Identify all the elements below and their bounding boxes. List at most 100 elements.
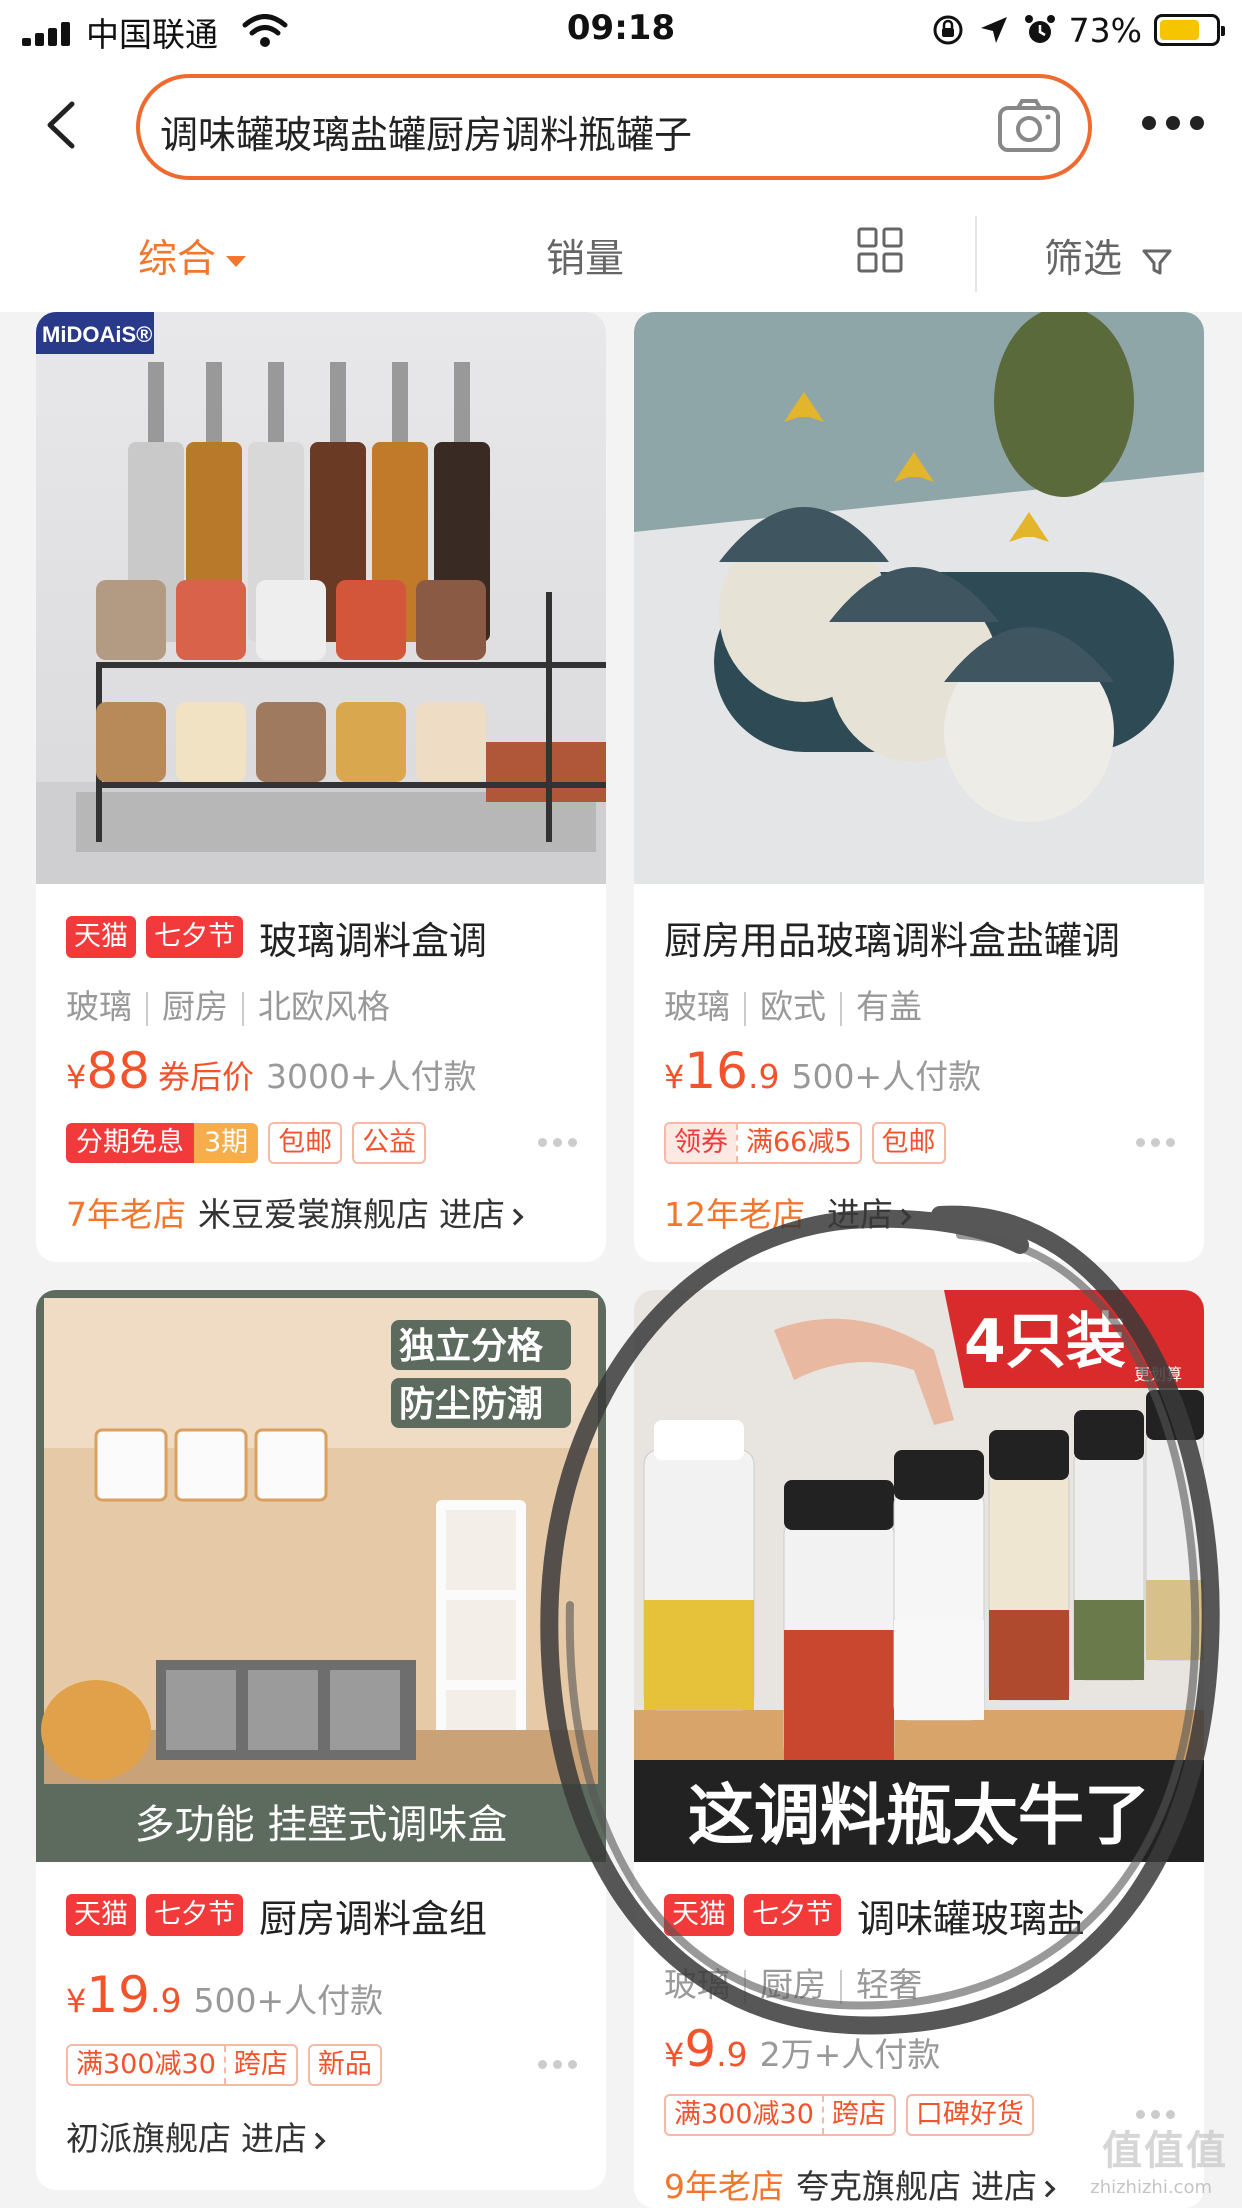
product-image[interactable]: 4只装 更划算 这调料瓶太牛了 [634,1290,1204,1862]
product-title-row: 厨房用品玻璃调料盒盐罐调 [664,912,1184,963]
enter-shop-link[interactable]: 进店 [971,2167,1037,2206]
dropdown-arrow-icon [226,256,247,267]
shop-name: 米豆爱裳旗舰店 [198,1195,429,1234]
product-card[interactable]: 厨房用品玻璃调料盒盐罐调 玻璃 欧式 有盖 ¥ 16.9 500+人付款 领券 满66… [634,312,1204,1262]
image-caption: 独立分格 [399,1326,544,1367]
product-title: 调味罐玻璃盐 [857,1896,1086,1941]
price: 88 [86,1042,150,1100]
product-card[interactable]: 4只装 更划算 这调料瓶太牛了 天猫 七夕节 调味罐玻璃盐 玻璃 厨房 轻奢 ¥ 9… [634,1290,1204,2208]
price-symbol: ¥ [66,1058,87,1096]
product-title-row: 天猫 七夕节 调味罐玻璃盐 [664,1890,1184,1940]
brand-logo: MiDOAiS® [42,322,152,347]
more-dots-icon[interactable] [538,2060,578,2072]
image-caption: 多功能 挂壁式调味盒 [135,1802,508,1848]
attribute: 玻璃 [66,987,132,1026]
store-discount-badge: 满300减30 跨店 [664,2094,896,2136]
price-decimal: .9 [716,2035,748,2074]
more-options-icon[interactable] [1142,108,1206,138]
sales-count: 2万+人付款 [759,2035,941,2074]
shop-row[interactable]: 9年老店 夸克旗舰店 进店 [664,2160,1056,2208]
product-title-row: 天猫 七夕节 厨房调料盒组 [66,1890,586,1940]
enter-shop-link[interactable]: 进店 [827,1195,893,1234]
product-card[interactable]: MiDOAiS® 天猫 七夕节 玻璃调料盒调 玻璃 厨房 北欧风格 ¥ 88 券后价… [36,312,606,1262]
status-bar: 中国联通 09:18 73% [0,0,1242,62]
orientation-lock-icon [933,15,963,45]
shop-name: 初派旗舰店 [66,2119,231,2158]
chevron-right-icon [1038,2180,1056,2197]
badge-row: 领券 满66减5 包邮 [664,1122,946,1164]
filter-button[interactable]: 筛选 [1044,228,1174,284]
quality-badge: 口碑好货 [905,2094,1034,2136]
sort-bar: 综合 销量 筛选 [0,192,1242,312]
festival-tag: 七夕节 [744,1894,841,1936]
festival-tag: 七夕节 [146,916,243,958]
tmall-tag: 天猫 [66,916,136,958]
product-card[interactable]: 独立分格 防尘防潮 多功能 挂壁式调味盒 天猫 七夕节 厨房调料盒组 ¥ 19.… [36,1290,606,2190]
product-image[interactable]: 独立分格 防尘防潮 多功能 挂壁式调味盒 [36,1290,606,1862]
image-caption: 防尘防潮 [399,1384,543,1425]
search-query[interactable]: 调味罐玻璃盐罐厨房调料瓶罐子 [160,104,692,159]
sort-comprehensive-label: 综合 [138,237,217,282]
shop-age: 9年老店 [664,2167,784,2206]
sales-count: 500+人付款 [193,1981,384,2020]
sort-comprehensive[interactable]: 综合 [138,228,247,284]
new-product-badge: 新品 [307,2044,382,2086]
price-note: 券后价 [157,1058,254,1096]
badge-row: 分期免息 3期 包邮 公益 [66,1122,427,1164]
price-decimal: .9 [149,1981,182,2020]
price-decimal: .9 [747,1057,780,1096]
filter-icon [1142,249,1172,274]
tmall-tag: 天猫 [664,1894,734,1936]
alarm-icon [1024,15,1055,43]
price: 16 [684,1042,748,1100]
free-shipping-badge: 包邮 [871,1122,946,1164]
watermark-url: zhizhizhi.com [1090,2177,1212,2198]
shop-row[interactable]: 初派旗舰店 进店 [66,2112,326,2160]
shop-row[interactable]: 7年老店 米豆爱裳旗舰店 进店 [66,1188,524,1236]
coupon-badge[interactable]: 领券 满66减5 [664,1122,862,1164]
price-symbol: ¥ [664,2036,685,2074]
grid-view-icon[interactable] [856,226,904,274]
product-image[interactable] [634,312,1204,884]
sort-sales[interactable]: 销量 [546,228,624,284]
enter-shop-link[interactable]: 进店 [439,1195,505,1234]
enter-shop-link[interactable]: 进店 [241,2119,307,2158]
search-input[interactable]: 调味罐玻璃盐罐厨房调料瓶罐子 [136,74,1092,180]
more-dots-icon[interactable] [1136,1138,1176,1150]
product-title: 厨房用品玻璃调料盒盐罐调 [664,918,1121,963]
location-icon [980,17,1007,43]
shop-name: 夸克旗舰店 [796,2167,961,2206]
price-row: ¥ 9.9 2万+人付款 [664,2020,940,2078]
store-discount-badge: 满300减30 跨店 [66,2044,298,2086]
product-image[interactable]: MiDOAiS® [36,312,606,884]
price: 9 [684,2020,717,2078]
sales-count: 500+人付款 [791,1057,982,1096]
festival-tag: 七夕节 [146,1894,243,1936]
attribute: 玻璃 [664,987,730,1026]
sales-count: 3000+人付款 [266,1057,477,1096]
chevron-right-icon [894,1208,912,1225]
badge-row: 满300减30 跨店 口碑好货 [664,2094,1034,2136]
chevron-right-icon [308,2132,326,2149]
price-row: ¥ 19.9 500+人付款 [66,1966,383,2024]
price-row: ¥ 16.9 500+人付款 [664,1042,981,1100]
tmall-tag: 天猫 [66,1894,136,1936]
chevron-right-icon [506,1208,524,1225]
product-attributes: 玻璃 厨房 轻奢 [664,1958,922,2006]
charity-badge: 公益 [352,1122,427,1164]
back-button[interactable] [36,92,86,158]
free-shipping-badge: 包邮 [268,1122,343,1164]
filter-label: 筛选 [1044,237,1123,282]
product-title-row: 天猫 七夕节 玻璃调料盒调 [66,912,586,962]
image-caption: 4只装 [964,1307,1126,1377]
badge-row: 满300减30 跨店 新品 [66,2044,382,2086]
more-dots-icon[interactable] [538,1138,578,1150]
shop-age: 7年老店 [66,1195,186,1234]
camera-icon[interactable] [996,96,1062,156]
shop-row[interactable]: 12年老店 进店 [664,1188,912,1236]
search-header: 调味罐玻璃盐罐厨房调料瓶罐子 [0,62,1242,192]
battery-percent: 73% [1068,10,1142,50]
divider [975,216,977,292]
attribute: 北欧风格 [258,987,390,1026]
installment-badge: 分期免息 3期 [66,1123,259,1163]
